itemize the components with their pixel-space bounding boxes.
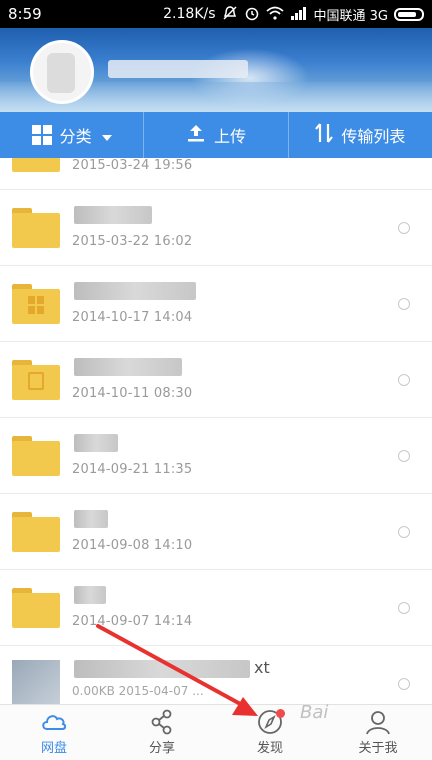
- file-name-blurred: [74, 206, 152, 224]
- alarm-icon: [244, 5, 260, 24]
- list-item[interactable]: 2015-03-22 16:02: [0, 190, 432, 266]
- select-radio[interactable]: [398, 602, 410, 614]
- select-radio[interactable]: [398, 678, 410, 690]
- file-timestamp: 2015-03-22 16:02: [72, 234, 193, 249]
- file-extension: xt: [254, 658, 270, 677]
- battery-icon: [394, 7, 424, 21]
- app-folder-glyph-icon: [28, 296, 44, 314]
- notification-dot: [276, 709, 285, 718]
- status-indicators: 2.18K/s 中国联通 3G: [163, 5, 424, 24]
- mute-icon: [222, 5, 238, 24]
- baidu-watermark: Bai: [300, 702, 329, 723]
- folder-icon: [12, 158, 60, 172]
- list-item[interactable]: 2014-10-11 08:30: [0, 342, 432, 418]
- transfer-label: 传输列表: [341, 127, 406, 146]
- network-speed: 2.18K/s: [163, 6, 216, 22]
- upload-button[interactable]: 上传: [143, 112, 287, 158]
- list-item[interactable]: 2014-09-08 14:10: [0, 494, 432, 570]
- avatar[interactable]: [30, 40, 94, 104]
- avatar-blurred: [47, 53, 75, 93]
- folder-icon: [12, 436, 60, 476]
- file-timestamp: 2014-09-21 11:35: [72, 462, 193, 477]
- select-radio[interactable]: [398, 222, 410, 234]
- transfer-icon: [315, 122, 334, 148]
- select-radio[interactable]: [398, 298, 410, 310]
- grid-icon: [31, 125, 52, 145]
- folder-icon: [12, 360, 60, 400]
- category-button[interactable]: 分类: [0, 112, 143, 158]
- file-timestamp: 2014-09-07 14:14: [72, 614, 193, 629]
- list-item[interactable]: 2014-09-21 11:35: [0, 418, 432, 494]
- wifi-icon: [265, 6, 284, 23]
- signal-icon: [290, 6, 308, 23]
- cloud-icon: [42, 715, 67, 730]
- file-name-blurred: [74, 358, 182, 376]
- file-list: 2015-03-24 19:56 2015-03-22 16:02 2014-1…: [0, 158, 432, 704]
- dropdown-triangle-icon: [101, 135, 112, 141]
- nav-item-share[interactable]: 分享: [108, 705, 216, 760]
- file-timestamp: 2014-09-08 14:10: [72, 538, 193, 553]
- folder-icon: [12, 208, 60, 248]
- list-item[interactable]: 2014-09-07 14:14: [0, 570, 432, 646]
- folder-icon: [12, 512, 60, 552]
- status-time: 8:59: [8, 5, 42, 23]
- select-radio[interactable]: [398, 450, 410, 462]
- list-item[interactable]: xt 0.00KB 2015-04-07 ...: [0, 646, 432, 704]
- share-icon: [151, 709, 172, 735]
- nav-label: 发现: [256, 741, 283, 756]
- file-name-blurred: [74, 510, 108, 528]
- profile-banner: [0, 28, 432, 112]
- upload-label: 上传: [213, 127, 246, 146]
- file-name-blurred: [74, 660, 250, 678]
- status-bar: 8:59 2.18K/s 中国联通 3G: [0, 0, 432, 28]
- select-radio[interactable]: [398, 374, 410, 386]
- folder-icon: [12, 588, 60, 628]
- carrier-name: 中国联通 3G: [313, 8, 388, 24]
- file-name-blurred: [74, 434, 118, 452]
- nav-label: 关于我: [358, 741, 398, 756]
- nav-item-about-me[interactable]: 关于我: [324, 705, 432, 760]
- transfer-list-button[interactable]: 传输列表: [287, 112, 432, 158]
- nav-label: 网盘: [40, 741, 67, 756]
- select-radio[interactable]: [398, 526, 410, 538]
- file-name-blurred: [74, 282, 196, 300]
- list-item[interactable]: 2014-10-17 14:04: [0, 266, 432, 342]
- username-blurred: [108, 60, 248, 78]
- file-thumbnail: [12, 660, 60, 704]
- category-label: 分类: [59, 127, 92, 146]
- file-timestamp: 2014-10-11 08:30: [72, 386, 193, 401]
- file-name-blurred: [74, 586, 106, 604]
- file-size-timestamp: 0.00KB 2015-04-07 ...: [72, 684, 204, 698]
- file-timestamp: 2015-03-24 19:56: [72, 158, 193, 173]
- person-icon: [366, 711, 390, 735]
- bottom-navigation: 网盘 分享 发现 关于我: [0, 704, 432, 760]
- folder-icon: [12, 284, 60, 324]
- file-timestamp: 2014-10-17 14:04: [72, 310, 193, 325]
- phone-folder-glyph-icon: [28, 372, 44, 390]
- nav-item-netdisk[interactable]: 网盘: [0, 705, 108, 760]
- upload-icon: [186, 123, 206, 147]
- action-toolbar: 分类 上传 传输列表: [0, 112, 432, 158]
- list-item[interactable]: 2015-03-24 19:56: [0, 158, 432, 190]
- nav-label: 分享: [148, 741, 175, 756]
